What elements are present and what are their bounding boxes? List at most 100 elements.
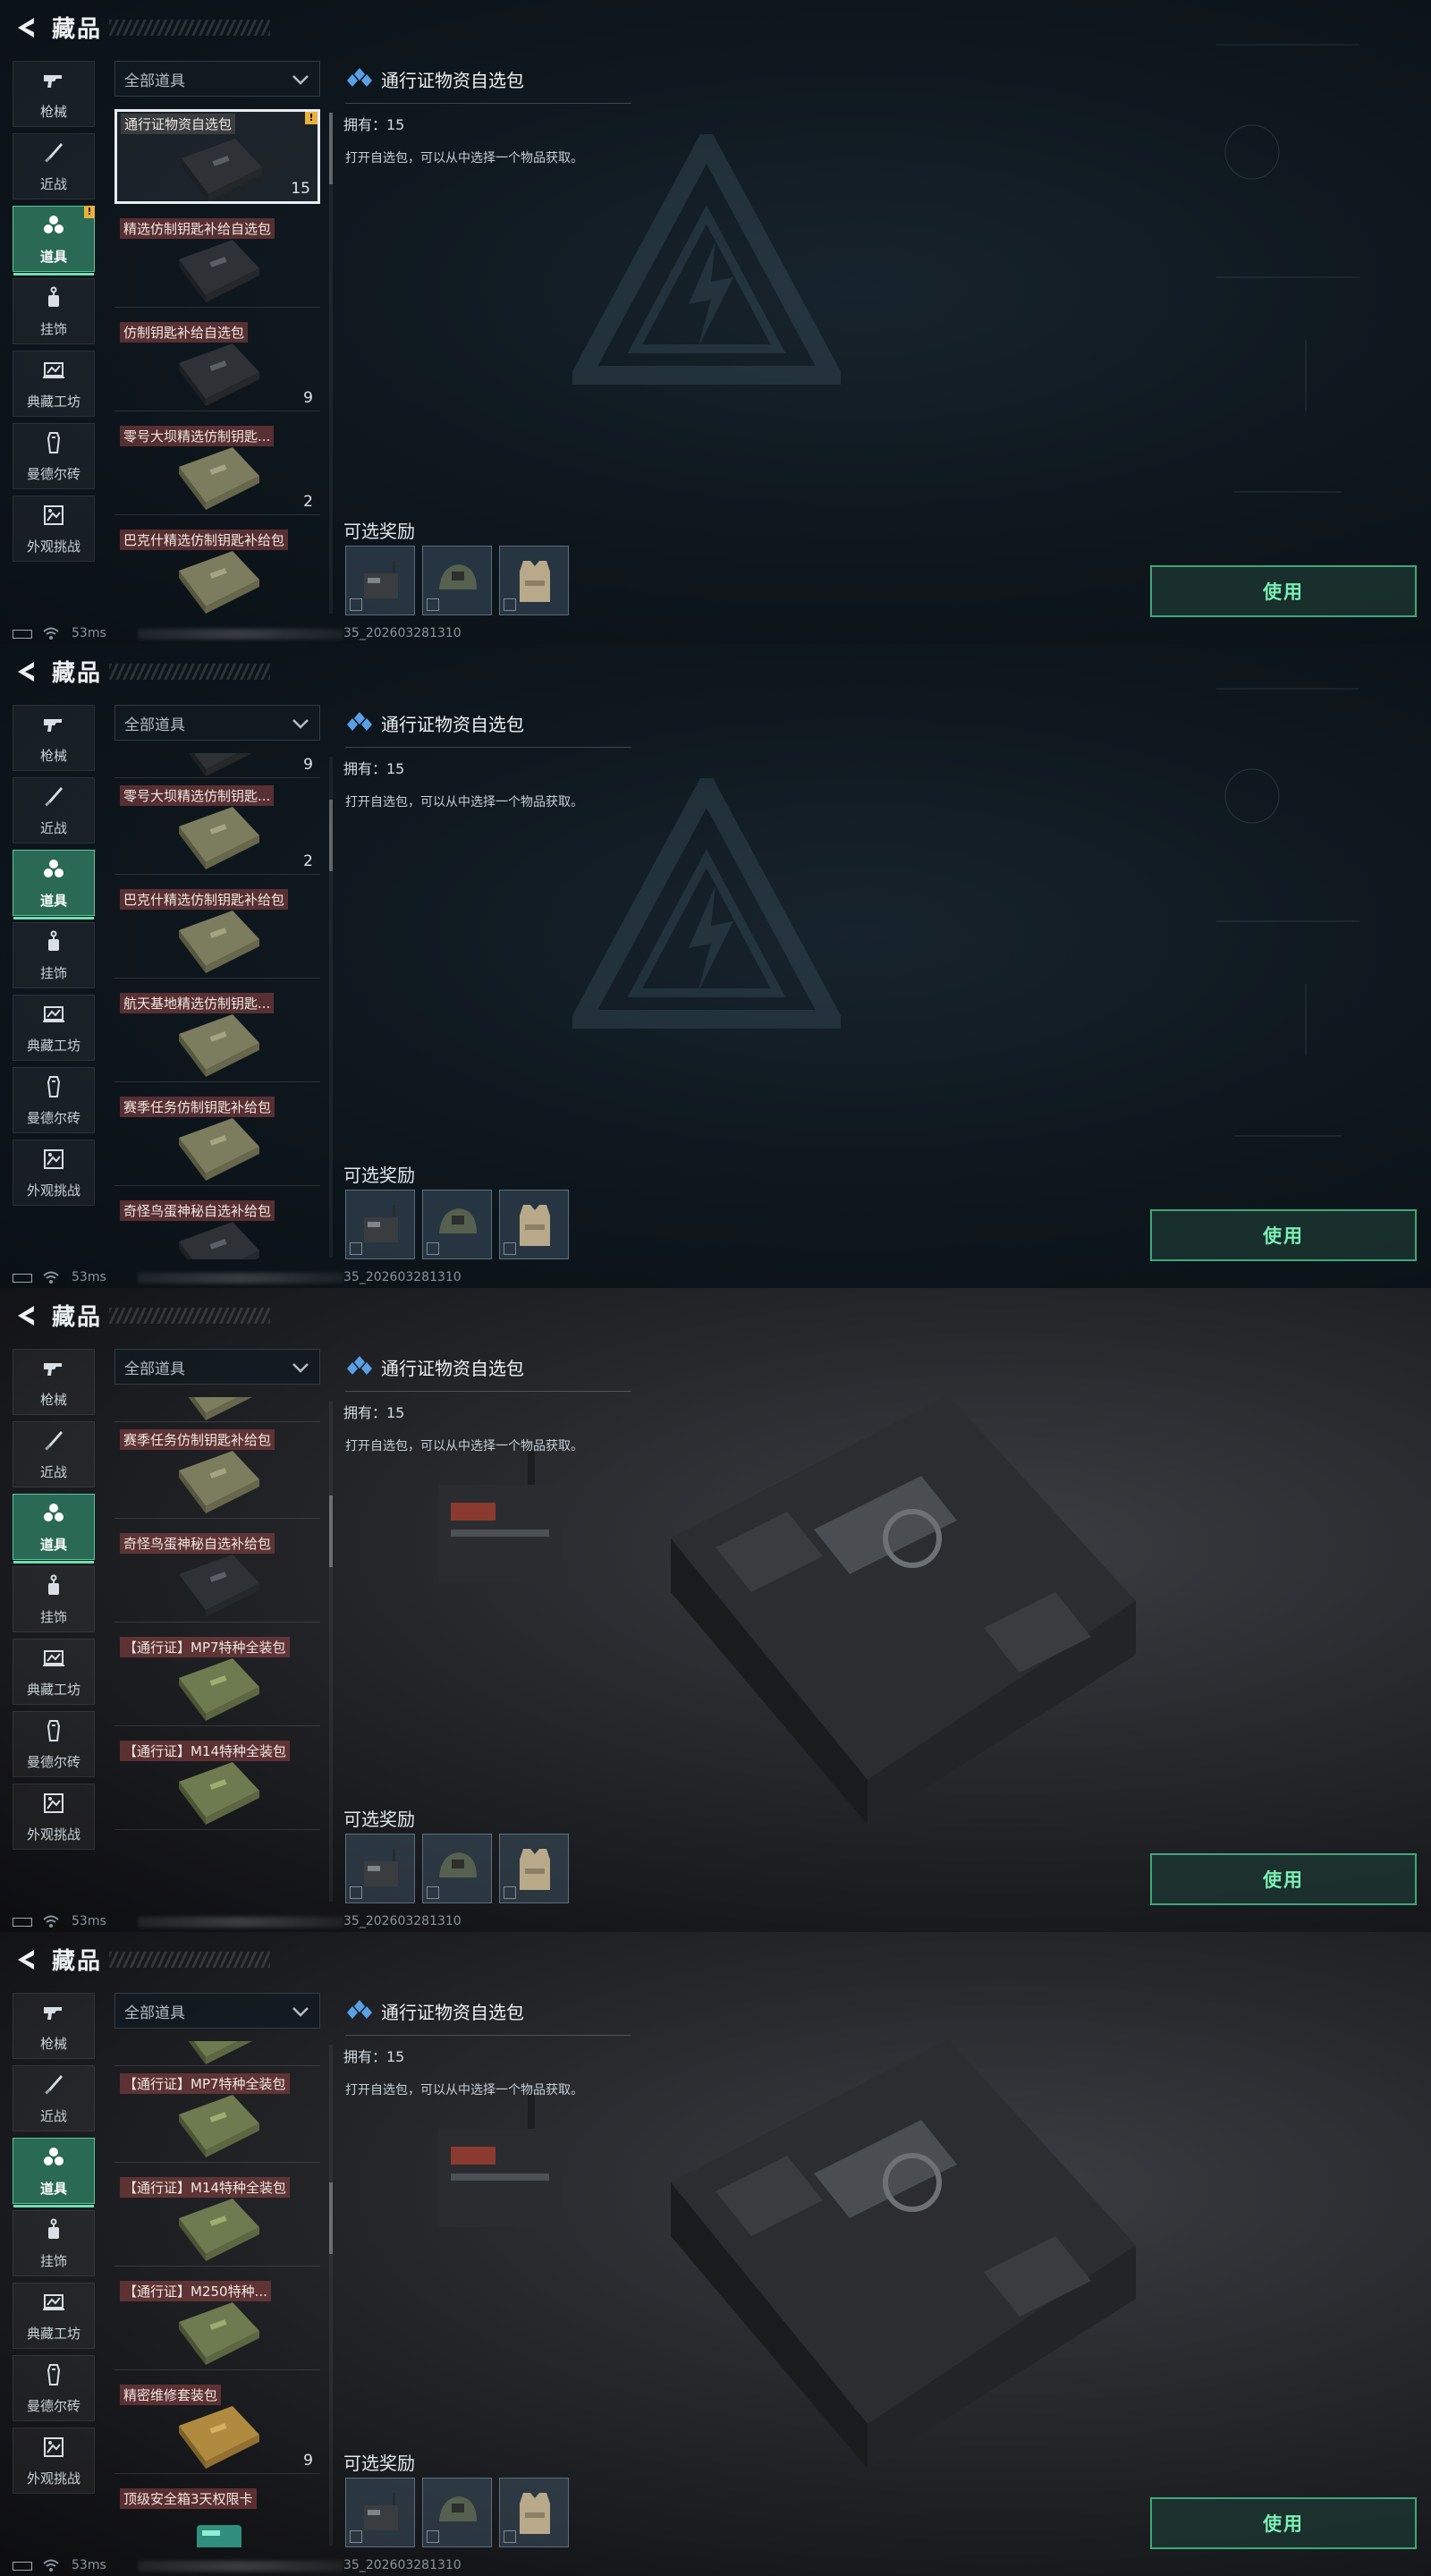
list-item[interactable]: 【通行证】M14特种全装包 <box>114 1735 320 1830</box>
sidebar-item-challenge[interactable]: 外观挑战 <box>13 1784 95 1850</box>
filter-label: 全部道具 <box>124 1360 185 1378</box>
sidebar-item-knife[interactable]: 近战 <box>13 2065 95 2131</box>
reward-slot[interactable] <box>422 1834 492 1903</box>
list-item[interactable]: 9 <box>114 753 320 778</box>
sidebar-item-label: 典藏工坊 <box>26 2325 80 2342</box>
sidebar-item-brick[interactable]: 曼德尔砖 <box>13 1711 95 1777</box>
item-name: 巴克什精选仿制钥匙补给包 <box>120 889 289 910</box>
sidebar-item-props[interactable]: 道具 <box>13 850 95 919</box>
sidebar-item-workshop[interactable]: 典藏工坊 <box>13 995 95 1061</box>
list-scrollbar[interactable] <box>329 1401 333 1902</box>
sidebar-item-brick[interactable]: 曼德尔砖 <box>13 1067 95 1133</box>
sidebar-item-workshop[interactable]: 典藏工坊 <box>13 351 95 417</box>
back-arrow-icon[interactable] <box>13 658 39 685</box>
sidebar-item-charm[interactable]: 挂饰 <box>13 2210 95 2276</box>
sidebar-item-label: 曼德尔砖 <box>26 1109 80 1126</box>
preview-link-icon <box>504 1242 516 1255</box>
scrollbar-thumb[interactable] <box>329 113 333 184</box>
reward-slot[interactable] <box>345 1834 415 1903</box>
list-item[interactable]: 零号大坝精选仿制钥匙... 2 <box>114 780 320 875</box>
use-button[interactable]: 使用 <box>1150 1209 1417 1261</box>
list-item[interactable]: 航天基地精选仿制钥匙... <box>114 987 320 1082</box>
list-item[interactable]: 巴克什精选仿制钥匙补给包 <box>114 884 320 979</box>
sidebar-item-knife[interactable]: 近战 <box>13 777 95 843</box>
list-item[interactable]: 顶级安全箱3天权限卡 <box>114 2483 320 2547</box>
item-filter-dropdown[interactable]: 全部道具 <box>114 1993 320 2029</box>
reward-slot[interactable] <box>499 546 569 615</box>
list-item[interactable]: 赛季任务仿制钥匙补给包 <box>114 1424 320 1519</box>
list-item[interactable]: 赛季任务仿制钥匙补给包 <box>114 1091 320 1186</box>
item-list: 赛季任务仿制钥匙补给包 奇怪鸟蛋神秘自选补给包 【通行证】MP7特种全装包 【通行证】… <box>114 1397 322 1903</box>
reward-slot[interactable] <box>499 1834 569 1903</box>
item-filter-dropdown[interactable]: 全部道具 <box>114 705 320 741</box>
list-item[interactable]: 奇怪鸟蛋神秘自选补给包 <box>114 1195 320 1259</box>
list-item[interactable] <box>114 2041 320 2066</box>
sidebar-item-brick[interactable]: 曼德尔砖 <box>13 423 95 489</box>
sidebar-item-gun[interactable]: 枪械 <box>13 1993 95 2059</box>
list-item[interactable]: 【通行证】M14特种全装包 <box>114 2172 320 2267</box>
reward-slot[interactable] <box>345 1190 415 1259</box>
sidebar-item-label: 外观挑战 <box>26 2470 80 2487</box>
sidebar-item-workshop[interactable]: 典藏工坊 <box>13 1639 95 1705</box>
sidebar-item-gun[interactable]: 枪械 <box>13 61 95 127</box>
list-item[interactable]: 零号大坝精选仿制钥匙... 2 <box>114 420 320 515</box>
use-button[interactable]: 使用 <box>1150 565 1417 617</box>
reward-slot[interactable] <box>345 546 415 615</box>
reward-slot[interactable] <box>499 2478 569 2547</box>
list-item[interactable]: 奇怪鸟蛋神秘自选补给包 <box>114 1528 320 1623</box>
sidebar-item-knife[interactable]: 近战 <box>13 133 95 199</box>
back-arrow-icon[interactable] <box>13 14 39 41</box>
item-name: 仿制钥匙补给自选包 <box>120 322 249 343</box>
challenge-icon <box>41 2435 66 2463</box>
sidebar-item-knife[interactable]: 近战 <box>13 1421 95 1487</box>
sidebar-item-challenge[interactable]: 外观挑战 <box>13 496 95 562</box>
sidebar-item-charm[interactable]: 挂饰 <box>13 1566 95 1632</box>
list-scrollbar[interactable] <box>329 113 333 614</box>
sidebar-item-label: 近战 <box>39 2107 67 2124</box>
scrollbar-thumb[interactable] <box>329 1496 333 1567</box>
item-detail-header: 通行证物资自选包 <box>345 1995 631 2036</box>
preview-link-icon <box>504 598 516 611</box>
sidebar-item-challenge[interactable]: 外观挑战 <box>13 1140 95 1206</box>
list-item[interactable]: 【通行证】MP7特种全装包 <box>114 2068 320 2163</box>
back-arrow-icon[interactable] <box>13 1302 39 1329</box>
scrollbar-thumb[interactable] <box>329 800 333 871</box>
reward-slot[interactable] <box>422 1190 492 1259</box>
list-item[interactable]: 巴克什精选仿制钥匙补给包 <box>114 524 320 615</box>
reward-slot[interactable] <box>345 2478 415 2547</box>
list-item[interactable]: 通行证物资自选包 15! <box>114 109 320 204</box>
list-scrollbar[interactable] <box>329 757 333 1258</box>
sidebar-item-workshop[interactable]: 典藏工坊 <box>13 2283 95 2349</box>
list-item[interactable]: 【通行证】M250特种... <box>114 2275 320 2370</box>
item-filter-dropdown[interactable]: 全部道具 <box>114 61 320 97</box>
sidebar-item-props[interactable]: 道具 <box>13 1494 95 1563</box>
sidebar-item-props[interactable]: 道具 <box>13 2138 95 2207</box>
reward-slot[interactable] <box>499 1190 569 1259</box>
background-radio-image <box>429 1449 581 1601</box>
background-radio-image <box>429 2093 581 2245</box>
list-item[interactable]: 精密维修套装包 9 <box>114 2379 320 2474</box>
list-item[interactable]: 【通行证】MP7特种全装包 <box>114 1631 320 1726</box>
sidebar-item-challenge[interactable]: 外观挑战 <box>13 2428 95 2494</box>
screen-frame: 藏品 枪械 近战 道具 挂饰 典藏工坊 曼德尔砖 外观挑战 全部道具 赛季任务仿制钥匙补给包 奇怪鸟… <box>0 1288 1431 1932</box>
list-item[interactable]: 仿制钥匙补给自选包 9 <box>114 317 320 411</box>
sidebar-item-brick[interactable]: 曼德尔砖 <box>13 2355 95 2421</box>
list-scrollbar[interactable] <box>329 2045 333 2546</box>
list-item[interactable] <box>114 1397 320 1422</box>
list-item[interactable]: 精选仿制钥匙补给自选包 <box>114 213 320 308</box>
sidebar-item-charm[interactable]: 挂饰 <box>13 278 95 344</box>
sidebar-item-charm[interactable]: 挂饰 <box>13 922 95 988</box>
back-arrow-icon[interactable] <box>13 1946 39 1973</box>
item-filter-dropdown[interactable]: 全部道具 <box>114 1349 320 1385</box>
scrollbar-thumb[interactable] <box>329 2182 333 2254</box>
sidebar-item-props[interactable]: 道具! <box>13 206 95 275</box>
preview-link-icon <box>427 1886 439 1899</box>
use-button[interactable]: 使用 <box>1150 2497 1417 2549</box>
sidebar-item-label: 枪械 <box>39 2035 67 2052</box>
sidebar-item-gun[interactable]: 枪械 <box>13 1349 95 1415</box>
sidebar-item-gun[interactable]: 枪械 <box>13 705 95 771</box>
use-button[interactable]: 使用 <box>1150 1853 1417 1905</box>
reward-slot[interactable] <box>422 546 492 615</box>
reward-slot[interactable] <box>422 2478 492 2547</box>
gun-icon <box>41 68 66 97</box>
